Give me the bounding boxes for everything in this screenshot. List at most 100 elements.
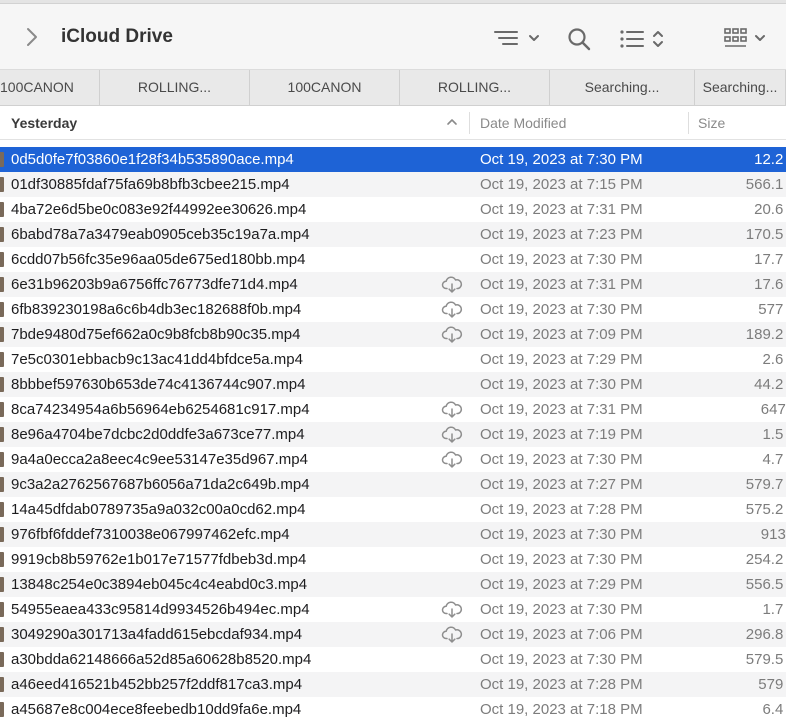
video-thumbnail-icon [0,477,4,492]
file-row[interactable]: 8bbbef597630b653de74c4136744c907.mp4 Oct … [0,372,786,397]
tab-4[interactable]: ROLLING... [400,70,550,105]
icloud-download-icon[interactable] [441,626,463,643]
file-size: 1.7 MB [762,601,786,618]
sort-chevron-up-icon[interactable] [446,115,458,131]
file-size: 579.5 MB [745,651,786,668]
file-row[interactable]: 13848c254e0c3894eb045c4c4eabd0c3.mp4 Oct … [0,572,786,597]
file-name: 6fb839230198a6c6b4db3ec182688f0b.mp4 [11,301,302,318]
file-row[interactable]: 01df30885fdaf75fa69b8bfb3cbee215.mp4 Oct … [0,172,786,197]
file-row[interactable]: a45687e8c004ece8feebedb10dd9fa6e.mp4 Oct … [0,697,786,720]
icloud-download-icon[interactable] [441,401,463,418]
grid-view-icon[interactable] [722,26,770,52]
file-list: 0d5d0fe7f03860e1f28f34b535890ace.mp4 Oct … [0,147,786,720]
file-row[interactable]: 4ba72e6d5be0c083e92f44992ee30626.mp4 Oct … [0,197,786,222]
file-row[interactable]: 9c3a2a2762567687b6056a71da2c649b.mp4 Oct … [0,472,786,497]
file-row[interactable]: 7bde9480d75ef662a0c9b8fcb8b90c35.mp4 Oct … [0,322,786,347]
file-date-modified: Oct 19, 2023 at 7:31 PM [480,401,643,418]
file-name: 4ba72e6d5be0c083e92f44992ee30626.mp4 [11,201,307,218]
column-divider[interactable] [469,112,470,134]
icloud-download-icon[interactable] [441,426,463,443]
file-name: 0d5d0fe7f03860e1f28f34b535890ace.mp4 [11,151,294,168]
file-name: 13848c254e0c3894eb045c4c4eabd0c3.mp4 [11,576,308,593]
file-row[interactable]: 9919cb8b59762e1b017e71577fdbeb3d.mp4 Oct … [0,547,786,572]
file-row[interactable]: 8ca74234954a6b56964eb6254681c917.mp4 Oct … [0,397,786,422]
file-name: a45687e8c004ece8feebedb10dd9fa6e.mp4 [11,701,302,718]
file-row[interactable]: a30bdda62148666a52d85a60628b8520.mp4 Oct … [0,647,786,672]
chevron-right-icon[interactable] [20,24,44,50]
column-divider[interactable] [688,112,689,134]
video-thumbnail-icon [0,352,4,367]
file-row[interactable]: 0d5d0fe7f03860e1f28f34b535890ace.mp4 Oct … [0,147,786,172]
video-thumbnail-icon [0,177,4,192]
file-size: 17.7 MB [754,251,786,268]
file-row[interactable]: 976fbf6fddef7310038e067997462efc.mp4 Oct … [0,522,786,547]
finder-window: iCloud Drive 100CANON ROLLING... 100CANO… [0,0,786,720]
column-header-size[interactable]: Size [698,115,725,131]
tab-1[interactable]: 100CANON [0,70,100,105]
video-thumbnail-icon [0,302,4,317]
file-date-modified: Oct 19, 2023 at 7:30 PM [480,151,643,168]
file-date-modified: Oct 19, 2023 at 7:19 PM [480,426,643,443]
search-icon[interactable] [566,26,592,52]
tab-bar: 100CANON ROLLING... 100CANON ROLLING... Sear… [0,70,786,106]
file-date-modified: Oct 19, 2023 at 7:09 PM [480,326,643,343]
file-size: 296.8 MB [745,626,786,643]
file-size: 2.6 MB [762,351,786,368]
video-thumbnail-icon [0,152,4,167]
video-thumbnail-icon [0,502,4,517]
file-size: 189.2 MB [745,326,786,343]
file-row[interactable]: 3049290a301713a4fadd615ebcdaf934.mp4 Oct … [0,622,786,647]
file-date-modified: Oct 19, 2023 at 7:30 PM [480,551,643,568]
file-row[interactable]: 54955eaea433c95814d9934526b494ec.mp4 Oct … [0,597,786,622]
file-size: 20.6 MB [754,201,786,218]
file-name: 14a45dfdab0789735a9a032c00a0cd62.mp4 [11,501,306,518]
tab-6[interactable]: Searching... [695,70,786,105]
file-size: 1.5 MB [762,426,786,443]
column-header-name[interactable]: Yesterday [11,115,77,131]
video-thumbnail-icon [0,652,4,667]
file-size: 577 MB [758,301,786,318]
file-date-modified: Oct 19, 2023 at 7:30 PM [480,651,643,668]
file-row[interactable]: 6babd78a7a3479eab0905ceb35c19a7a.mp4 Oct … [0,222,786,247]
file-date-modified: Oct 19, 2023 at 7:06 PM [480,626,643,643]
file-name: 976fbf6fddef7310038e067997462efc.mp4 [11,526,290,543]
file-size: 6.4 MB [762,701,786,718]
column-header-date-modified[interactable]: Date Modified [480,115,566,131]
tab-2[interactable]: ROLLING... [100,70,250,105]
file-name: 6e31b96203b9a6756ffc76773dfe71d4.mp4 [11,276,298,293]
icloud-download-icon[interactable] [441,601,463,618]
file-row[interactable]: 14a45dfdab0789735a9a032c00a0cd62.mp4 Oct … [0,497,786,522]
file-row[interactable]: a46eed416521b452bb257f2ddf817ca3.mp4 Oct … [0,672,786,697]
icloud-download-icon[interactable] [441,301,463,318]
file-name: 8ca74234954a6b56964eb6254681c917.mp4 [11,401,310,418]
file-row[interactable]: 6fb839230198a6c6b4db3ec182688f0b.mp4 Oct … [0,297,786,322]
file-name: 9c3a2a2762567687b6056a71da2c649b.mp4 [11,476,310,493]
file-size: 4.7 MB [762,451,786,468]
tab-3[interactable]: 100CANON [250,70,400,105]
icloud-download-icon[interactable] [441,451,463,468]
list-view-icon[interactable] [618,26,666,52]
icloud-download-icon[interactable] [441,326,463,343]
file-row[interactable]: 6e31b96203b9a6756ffc76773dfe71d4.mp4 Oct … [0,272,786,297]
video-thumbnail-icon [0,377,4,392]
video-thumbnail-icon [0,227,4,242]
file-name: 6babd78a7a3479eab0905ceb35c19a7a.mp4 [11,226,310,243]
file-date-modified: Oct 19, 2023 at 7:30 PM [480,451,643,468]
file-row[interactable]: 8e96a4704be7dcbc2d0ddfe3a673ce77.mp4 Oct … [0,422,786,447]
icloud-download-icon[interactable] [441,276,463,293]
video-thumbnail-icon [0,552,4,567]
file-row[interactable]: 6cdd07b56fc35e96aa05de675ed180bb.mp4 Oct … [0,247,786,272]
file-date-modified: Oct 19, 2023 at 7:30 PM [480,301,643,318]
file-name: 54955eaea433c95814d9934526b494ec.mp4 [11,601,310,618]
file-name: 6cdd07b56fc35e96aa05de675ed180bb.mp4 [11,251,306,268]
video-thumbnail-icon [0,427,4,442]
video-thumbnail-icon [0,277,4,292]
tab-5[interactable]: Searching... [550,70,695,105]
file-size: 647 KB [760,401,786,418]
file-row[interactable]: 9a4a0ecca2a8eec4c9ee53147e35d967.mp4 Oct … [0,447,786,472]
file-row[interactable]: 7e5c0301ebbacb9c13ac41dd4bfdce5a.mp4 Oct … [0,347,786,372]
file-date-modified: Oct 19, 2023 at 7:15 PM [480,176,643,193]
file-name: 9919cb8b59762e1b017e71577fdbeb3d.mp4 [11,551,307,568]
file-size: 579.7 MB [745,476,786,493]
group-by-icon[interactable] [492,26,544,50]
